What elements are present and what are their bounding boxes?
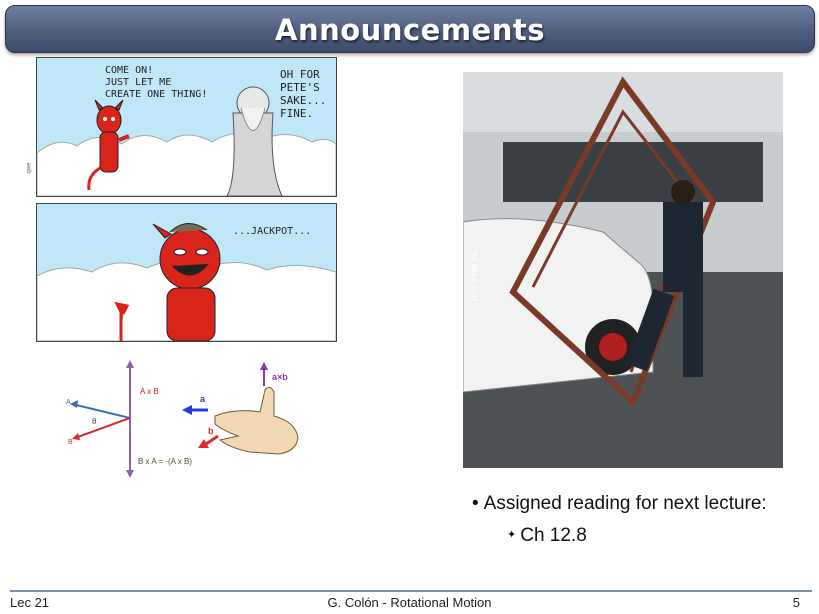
bullet-reading-text: Assigned reading for next lecture:	[483, 493, 767, 514]
star-bullet-icon: ✦	[507, 529, 517, 541]
bullet-chapter: ✦ Ch 12.8	[507, 525, 587, 547]
hand-label-axb: a×b	[272, 372, 288, 382]
label-theta: θ	[92, 417, 97, 426]
label-axb: A x B	[140, 387, 159, 396]
vector-b	[74, 417, 131, 439]
bullet-dot-icon: •	[472, 493, 479, 514]
right-hand-rule: a b a×b	[182, 362, 299, 455]
god-speech: OH FOR PETE'S SAKE... FINE.	[280, 68, 327, 120]
title-bar: Announcements	[5, 5, 815, 53]
slide-title: Announcements	[275, 13, 545, 47]
comic-watermark: qwe	[26, 162, 33, 174]
vector-a	[71, 403, 131, 419]
bullet-reading: • Assigned reading for next lecture:	[472, 493, 767, 515]
bullet-chapter-text: Ch 12.8	[520, 525, 587, 546]
label-a: A	[66, 399, 71, 406]
comic-panel-2: ...JACKPOT...	[36, 203, 337, 342]
comic-panel-2-art	[37, 204, 336, 341]
car-photo	[463, 72, 783, 468]
car-photo-art	[463, 72, 783, 468]
footer-course-title: G. Colón - Rotational Motion	[327, 595, 492, 610]
label-b: B	[68, 439, 73, 446]
footer-rule	[10, 590, 812, 592]
page-number: 5	[792, 595, 800, 610]
cross-product-diagram: A x B B x A = -(A x B) A B θ a b a×b	[66, 360, 299, 478]
jackpot-speech: ...JACKPOT...	[233, 226, 312, 237]
devil-speech: COME ON! JUST LET ME CREATE ONE THING!	[105, 65, 208, 100]
comic-panel-1: COME ON! JUST LET ME CREATE ONE THING! O…	[36, 57, 337, 197]
hand-label-a: a	[200, 394, 206, 404]
photo-watermark: VIA 9GAG.COM	[470, 250, 477, 302]
hand-label-b: b	[208, 426, 214, 436]
label-bxa: B x A = -(A x B)	[138, 457, 192, 466]
